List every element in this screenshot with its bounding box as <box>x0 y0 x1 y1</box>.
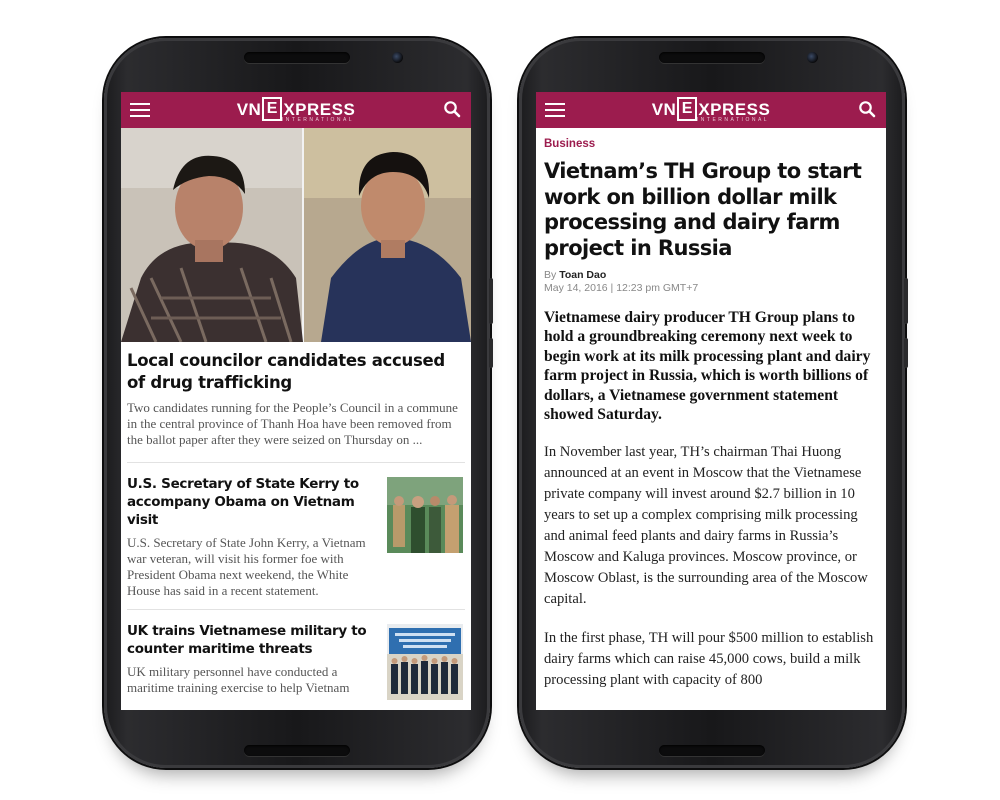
phone-device-right: VN E XPRESS INTERNATIONAL Business Vietn… <box>519 38 908 768</box>
article-date: May 14, 2016 | 12:23 pm GMT+7 <box>544 282 699 294</box>
story-thumbnail[interactable] <box>387 624 463 700</box>
top-speaker-grille <box>659 52 765 63</box>
logo-box-e: E <box>262 97 283 121</box>
article-paragraph: In the first phase, TH will pour $500 mi… <box>544 630 874 689</box>
divider <box>127 609 465 610</box>
bottom-speaker-grille <box>244 745 350 756</box>
app-header: VN E XPRESS INTERNATIONAL <box>121 92 471 128</box>
article-headline: Vietnam’s TH Group to start work on bill… <box>544 159 862 260</box>
article-lede: Vietnamese dairy producer TH Group plans… <box>544 309 871 424</box>
article-body: Business Vietnam’s TH Group to start wor… <box>536 138 886 691</box>
featured-article-summary: Two candidates running for the People’s … <box>127 400 458 447</box>
search-icon[interactable] <box>858 100 876 118</box>
list-item[interactable]: U.S. Secretary of State Kerry to accompa… <box>121 475 471 603</box>
byline: By Toan Dao <box>544 269 878 281</box>
divider <box>127 462 465 463</box>
app-header: VN E XPRESS INTERNATIONAL <box>536 92 886 128</box>
power-button <box>904 278 908 324</box>
story-summary: UK military personnel have conducted a m… <box>127 664 350 695</box>
story-thumbnail[interactable] <box>387 477 463 553</box>
category-link[interactable]: Business <box>544 138 878 150</box>
story-title[interactable]: UK trains Vietnamese military to counter… <box>127 622 375 658</box>
volume-button <box>904 338 908 368</box>
featured-article-title[interactable]: Local councilor candidates accused of dr… <box>127 350 465 394</box>
logo-subtitle: INTERNATIONAL <box>281 117 355 123</box>
logo-subtitle: INTERNATIONAL <box>696 117 770 123</box>
phone-screen-article: VN E XPRESS INTERNATIONAL Business Vietn… <box>536 92 886 710</box>
phone-device-left: VN E XPRESS INTERNATIONAL Local councilo… <box>104 38 493 768</box>
vnexpress-logo[interactable]: VN E XPRESS INTERNATIONAL <box>237 97 356 123</box>
featured-photo[interactable] <box>121 128 471 342</box>
logo-text-vn: VN <box>236 99 262 119</box>
logo-box-e: E <box>677 97 698 121</box>
front-camera <box>807 52 818 63</box>
front-camera <box>392 52 403 63</box>
volume-button <box>489 338 493 368</box>
logo-text-xpress: XPRESS <box>283 99 356 119</box>
hamburger-menu-icon[interactable] <box>130 103 150 117</box>
logo-text-xpress: XPRESS <box>698 99 771 119</box>
logo-text-vn: VN <box>651 99 677 119</box>
bottom-speaker-grille <box>659 745 765 756</box>
story-title[interactable]: U.S. Secretary of State Kerry to accompa… <box>127 475 375 529</box>
hamburger-menu-icon[interactable] <box>545 103 565 117</box>
by-label: By <box>544 269 557 281</box>
list-item[interactable]: UK trains Vietnamese military to counter… <box>121 622 471 710</box>
article-paragraph: In November last year, TH’s chairman Tha… <box>544 444 868 608</box>
vnexpress-logo[interactable]: VN E XPRESS INTERNATIONAL <box>652 97 771 123</box>
story-summary: U.S. Secretary of State John Kerry, a Vi… <box>127 535 366 598</box>
top-speaker-grille <box>244 52 350 63</box>
power-button <box>489 278 493 324</box>
author-link[interactable]: Toan Dao <box>559 269 606 281</box>
phone-screen-home: VN E XPRESS INTERNATIONAL Local councilo… <box>121 92 471 710</box>
search-icon[interactable] <box>443 100 461 118</box>
